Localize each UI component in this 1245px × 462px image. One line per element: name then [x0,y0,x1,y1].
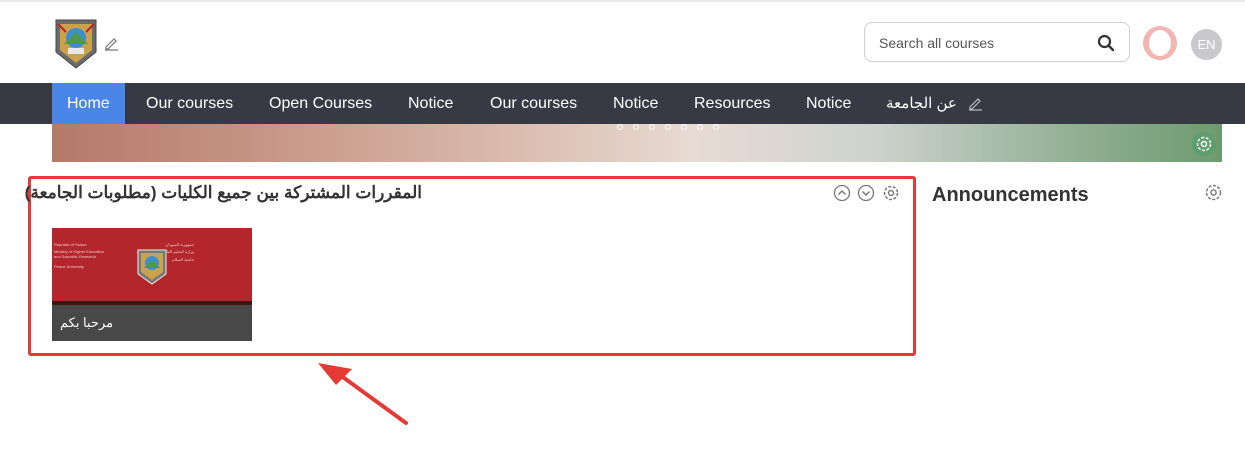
user-avatar[interactable] [1143,26,1177,60]
course-image-text: جامعة السلام [172,257,194,262]
course-image-text: Peace University [54,264,85,269]
search-box [864,22,1130,62]
course-image-text: جمهورية السودان [165,242,194,247]
course-logo [136,248,168,286]
university-logo[interactable] [52,18,100,70]
course-image-text: Republic of Sudan [54,242,87,247]
nav-item-our-courses[interactable]: Our courses [131,83,248,124]
nav-item-home[interactable]: Home [52,83,125,124]
search-icon[interactable] [1097,34,1115,52]
section-title: المقررات المشتركة بين جميع الكليات (مطلو… [24,183,422,202]
nav-item-notice-2[interactable]: Notice [598,83,673,124]
slider-dots[interactable] [617,124,719,130]
course-image: Republic of Sudan Ministry of Higher Edu… [52,228,252,305]
nav-item-notice-3[interactable]: Notice [791,83,866,124]
announcements-settings-icon[interactable] [1204,183,1223,202]
course-card[interactable]: Republic of Sudan Ministry of Higher Edu… [52,228,252,341]
nav-item-about-university[interactable]: عن الجامعة [871,83,972,124]
banner-settings-icon[interactable] [1192,132,1216,156]
nav-item-our-courses-2[interactable]: Our courses [475,83,592,124]
nav-item-open-courses[interactable]: Open Courses [254,83,387,124]
slider-banner [52,124,1222,162]
course-title[interactable]: مرحبا بكم [60,315,113,331]
header: EN [0,2,1245,83]
annotation-arrow [310,355,420,430]
course-caption-bar: مرحبا بكم [52,305,252,341]
edit-nav-icon[interactable] [967,95,983,111]
nav-item-notice[interactable]: Notice [393,83,468,124]
search-input[interactable] [879,32,1089,54]
expand-down-icon[interactable] [857,184,875,202]
course-image-text: and Scientific Research [54,254,97,259]
collapse-up-icon[interactable] [833,184,851,202]
announcements-title: Announcements [932,184,1089,206]
nav-item-resources[interactable]: Resources [679,83,785,124]
section-settings-icon[interactable] [882,184,900,202]
language-button[interactable]: EN [1191,29,1222,60]
main-navigation: Home Our courses Open Courses Notice Our… [0,83,1245,124]
edit-logo-icon[interactable] [103,35,119,51]
